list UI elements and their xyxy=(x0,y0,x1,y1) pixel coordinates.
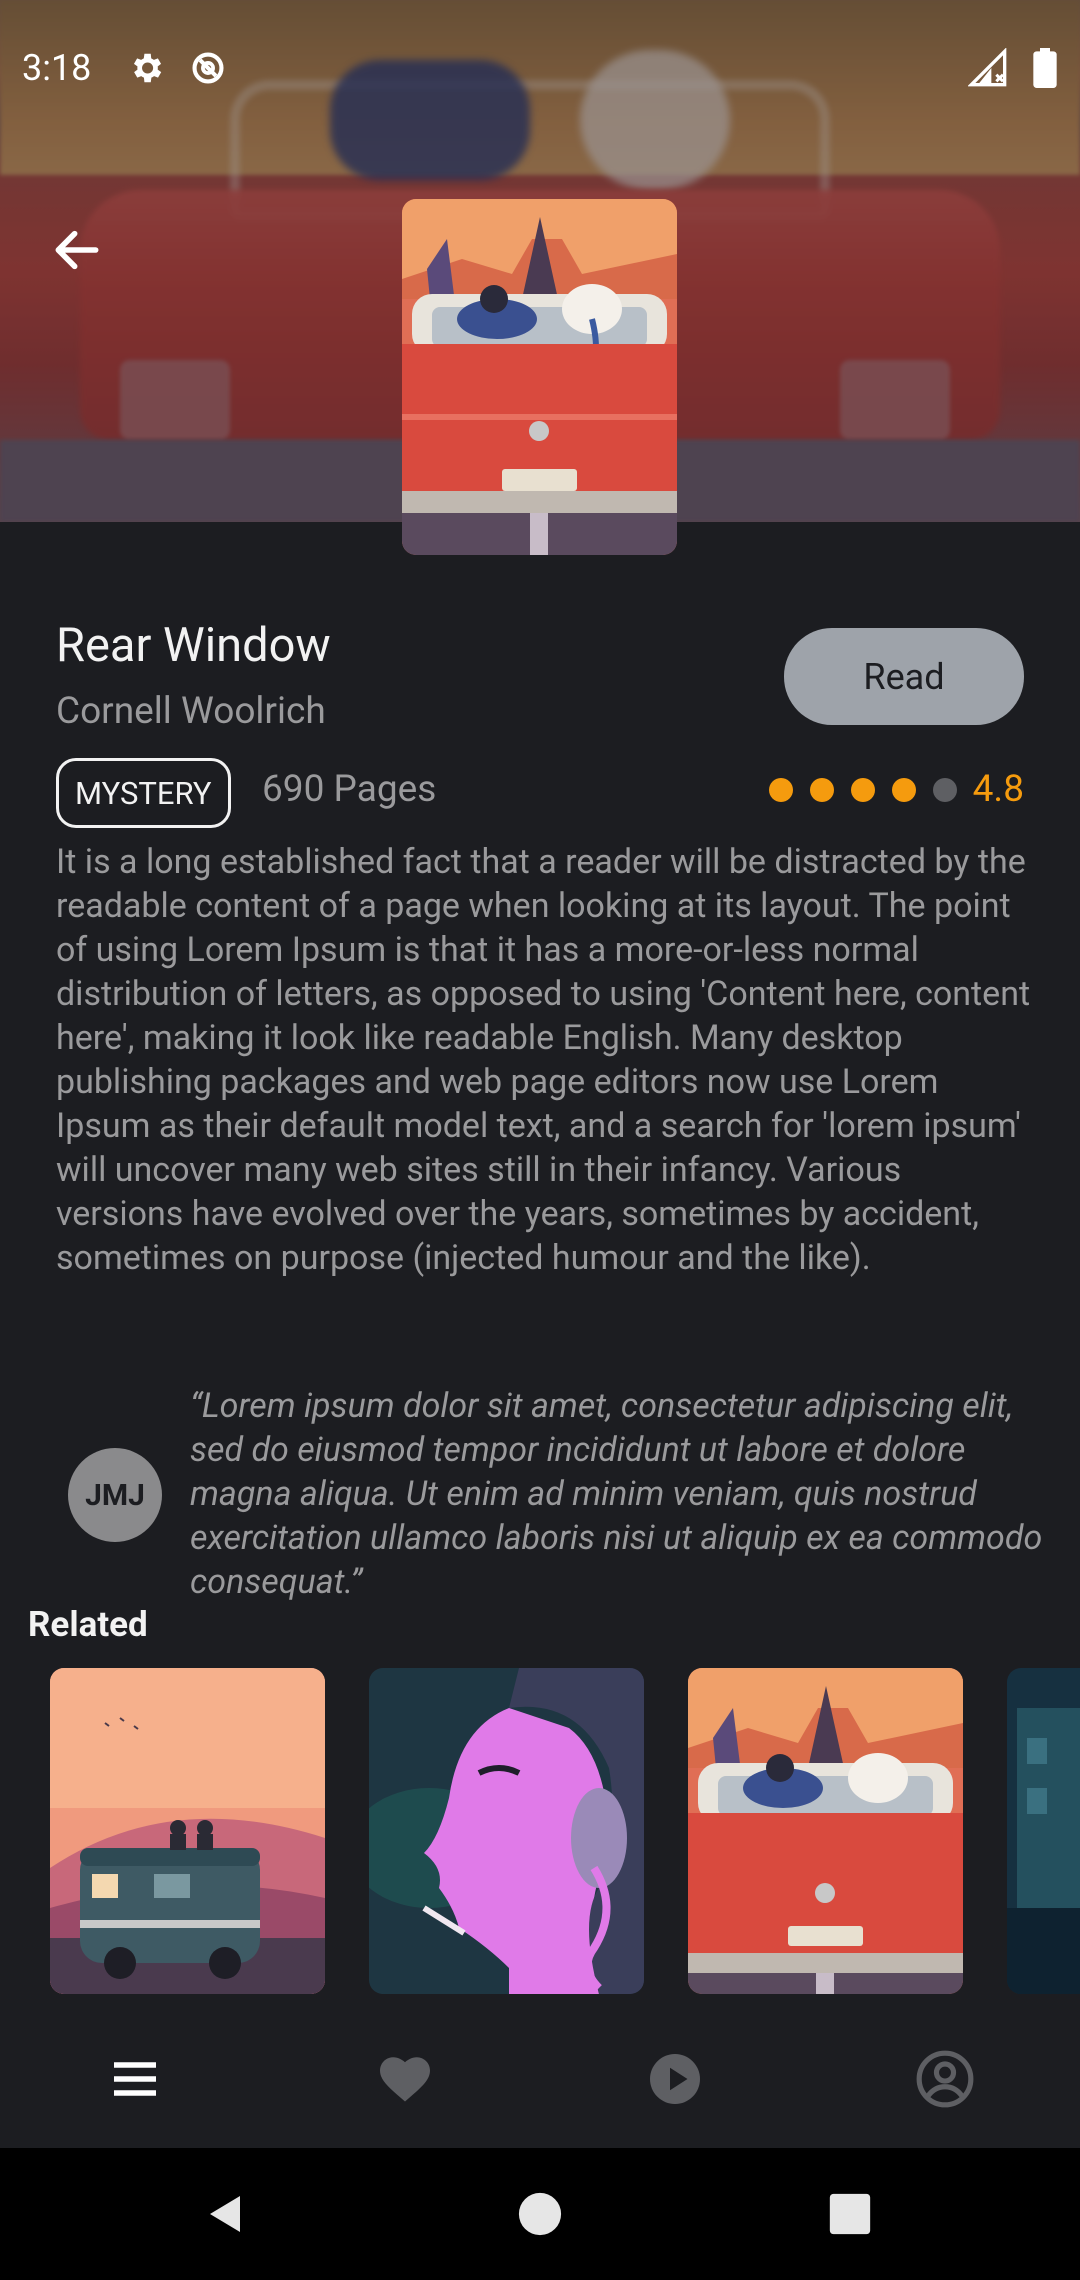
status-time: 3:18 xyxy=(22,47,92,89)
recents-square-icon xyxy=(829,2193,871,2235)
nav-favorites[interactable] xyxy=(370,2044,440,2114)
related-heading: Related xyxy=(28,1604,148,1645)
genre-chip[interactable]: MYSTERY xyxy=(56,758,231,828)
system-navigation-bar xyxy=(0,2148,1080,2280)
book-title: Rear Window xyxy=(56,618,331,673)
quote-text: “Lorem ipsum dolor sit amet, consectetur… xyxy=(190,1386,1043,1602)
status-bar: 3:18 xyxy=(0,0,1080,136)
back-triangle-icon xyxy=(210,2196,240,2232)
menu-icon xyxy=(114,2062,156,2096)
rating-dot-filled xyxy=(809,777,834,802)
related-book-card[interactable] xyxy=(1007,1668,1080,1994)
account-circle-icon xyxy=(916,2050,974,2108)
system-recents-button[interactable] xyxy=(814,2178,886,2250)
back-button[interactable] xyxy=(44,222,110,278)
related-book-card[interactable] xyxy=(369,1668,644,1994)
signal-icon xyxy=(968,48,1007,87)
bottom-navigation xyxy=(0,2006,1080,2148)
arrow-left-icon xyxy=(55,230,99,270)
system-back-button[interactable] xyxy=(190,2178,262,2250)
review-quote: JMJ “Lorem ipsum dolor sit amet, consect… xyxy=(56,1384,1042,1604)
nav-menu[interactable] xyxy=(100,2044,170,2114)
rating: 4.8 xyxy=(752,768,1024,811)
rating-value: 4.8 xyxy=(972,768,1024,811)
related-book-card[interactable] xyxy=(688,1668,963,1994)
book-cover xyxy=(402,199,677,555)
home-circle-icon xyxy=(518,2192,562,2236)
battery-icon xyxy=(1033,48,1057,88)
read-button[interactable]: Read xyxy=(784,628,1024,725)
rating-dot-filled xyxy=(768,777,793,802)
nav-play[interactable] xyxy=(640,2044,710,2114)
rating-dot-filled xyxy=(891,777,916,802)
nav-profile[interactable] xyxy=(910,2044,980,2114)
system-home-button[interactable] xyxy=(504,2178,576,2250)
play-circle-icon xyxy=(650,2054,700,2104)
rating-dot-empty xyxy=(932,777,957,802)
settings-icon xyxy=(134,53,162,83)
avatar[interactable]: JMJ xyxy=(68,1448,162,1542)
heart-icon xyxy=(380,2057,430,2102)
data-saver-icon xyxy=(192,52,224,84)
related-list[interactable] xyxy=(0,1668,1080,1994)
book-description: It is a long established fact that a rea… xyxy=(56,842,1031,1278)
book-author: Cornell Woolrich xyxy=(56,690,326,733)
rating-dot-filled xyxy=(850,777,875,802)
page-count: 690 Pages xyxy=(262,768,437,811)
related-book-card[interactable] xyxy=(50,1668,325,1994)
